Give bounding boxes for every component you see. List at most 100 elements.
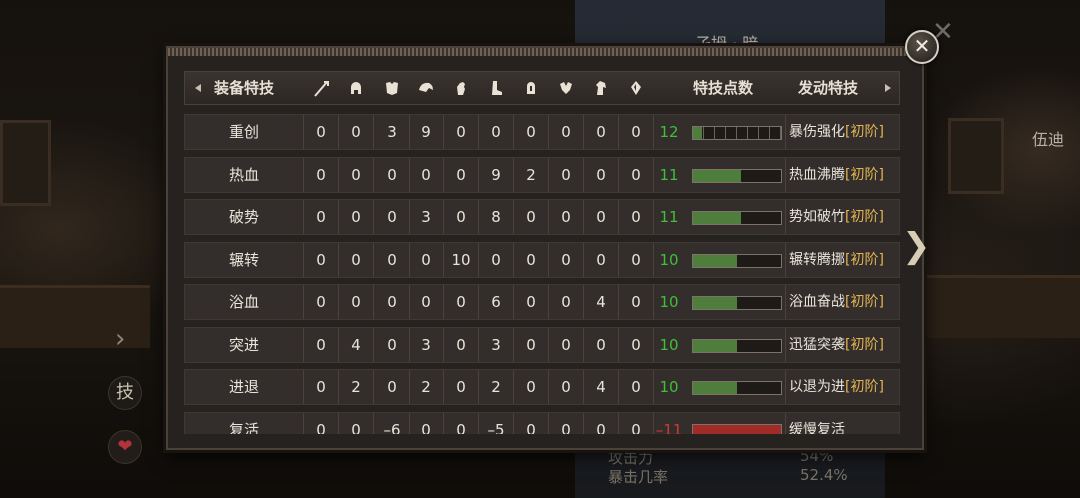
slot-value: 0 bbox=[631, 250, 641, 269]
skill-table-header: 装备特技 特技点数 发动特技 bbox=[184, 71, 900, 105]
skill-label: 技 bbox=[116, 382, 134, 403]
progress-fill bbox=[693, 339, 737, 352]
progress-fill bbox=[693, 297, 737, 309]
sort-right-icon[interactable] bbox=[885, 84, 891, 92]
skill-points: 12 bbox=[659, 123, 679, 141]
skill-progress-bar bbox=[692, 296, 782, 310]
active-skill-name: 浴血奋战 bbox=[789, 294, 845, 310]
skill-points: 10 bbox=[659, 378, 679, 396]
column-divider bbox=[785, 200, 786, 234]
skill-row[interactable]: 破势 0 0 0 3 0 8 0 0 0 0 11 势如破竹[初阶] bbox=[184, 199, 900, 235]
slot-value: 0 bbox=[596, 208, 606, 226]
skill-tier: [初阶] bbox=[845, 124, 884, 140]
slot-value: 3 bbox=[421, 208, 431, 226]
slot-value: 0 bbox=[561, 250, 571, 269]
active-skill: 缓慢复活 bbox=[789, 413, 903, 435]
progress-fill bbox=[693, 424, 781, 434]
slot-value: 0 bbox=[421, 165, 431, 184]
active-skill-name: 缓慢复活 bbox=[789, 421, 845, 435]
tavern-table bbox=[925, 275, 1080, 338]
slot-value: 0 bbox=[456, 165, 466, 184]
slot-value: 0 bbox=[631, 378, 641, 396]
skill-row[interactable]: 浴血 0 0 0 0 0 6 0 0 4 0 10 浴血奋战[初阶] bbox=[184, 284, 900, 320]
slot-value: 8 bbox=[491, 208, 501, 226]
column-divider bbox=[373, 115, 374, 149]
slot-value: 0 bbox=[561, 378, 571, 396]
skill-button[interactable]: 技 bbox=[108, 376, 142, 410]
slot-value: 0 bbox=[387, 165, 397, 184]
chevron-right-icon[interactable]: › bbox=[115, 325, 135, 353]
column-divider bbox=[785, 242, 786, 277]
slot-value: 0 bbox=[387, 335, 397, 354]
horse-icon bbox=[591, 78, 611, 98]
active-skill: 浴血奋战[初阶] bbox=[789, 285, 903, 319]
column-divider bbox=[373, 327, 374, 362]
slot-value: 0 bbox=[351, 165, 361, 184]
slot-value: 0 bbox=[631, 293, 641, 311]
slot-value: 0 bbox=[631, 420, 641, 435]
skill-progress-bar bbox=[692, 338, 782, 353]
column-divider bbox=[373, 285, 374, 319]
slot-value: 3 bbox=[421, 335, 431, 354]
slot-value: 0 bbox=[316, 123, 326, 141]
slot-value: 2 bbox=[491, 378, 501, 396]
slot-value: 4 bbox=[596, 378, 606, 396]
slot-value: 0 bbox=[596, 420, 606, 435]
progress-fill bbox=[693, 212, 742, 224]
skill-points: 11 bbox=[659, 165, 679, 184]
slot-value: 0 bbox=[421, 293, 431, 311]
slot-value: 0 bbox=[491, 250, 501, 269]
slot-value: 0 bbox=[387, 293, 397, 311]
column-divider bbox=[785, 412, 786, 434]
tavern-window bbox=[948, 118, 1004, 194]
slot-value: –6 bbox=[383, 420, 401, 435]
slot-value: 10 bbox=[451, 250, 471, 269]
skill-points: 10 bbox=[659, 250, 679, 269]
slot-value: 0 bbox=[596, 335, 606, 354]
skill-row[interactable]: 进退 0 2 0 2 0 2 0 0 4 0 10 以退为进[初阶] bbox=[184, 369, 900, 405]
skill-row[interactable]: 热血 0 0 0 0 0 9 2 0 0 0 11 热血沸腾[初阶] bbox=[184, 156, 903, 193]
skill-progress-bar bbox=[692, 253, 782, 268]
slot-value: 0 bbox=[596, 165, 606, 184]
column-divider bbox=[785, 115, 786, 149]
trinket-icon bbox=[626, 78, 646, 98]
progress-fill bbox=[693, 254, 737, 267]
slot-value: 0 bbox=[631, 208, 641, 226]
skill-name: 进退 bbox=[228, 378, 259, 396]
slot-value: 0 bbox=[561, 335, 571, 354]
active-skill-name: 迅猛突袭 bbox=[789, 336, 845, 353]
tavern-window bbox=[0, 120, 51, 206]
progress-fill bbox=[693, 382, 737, 394]
column-divider bbox=[373, 412, 374, 434]
active-skill: 热血沸腾[初阶] bbox=[789, 158, 903, 192]
companion-name[interactable]: 伍迪 bbox=[1032, 126, 1064, 150]
slot-value: 0 bbox=[561, 293, 571, 311]
column-divider bbox=[785, 157, 786, 192]
slot-value: 0 bbox=[456, 335, 466, 354]
slot-value: 0 bbox=[526, 293, 536, 311]
slot-value: 0 bbox=[526, 335, 536, 354]
close-button[interactable]: ✕ bbox=[905, 30, 939, 64]
skill-points: 11 bbox=[659, 208, 679, 226]
skill-points: 10 bbox=[659, 293, 679, 311]
column-divider bbox=[373, 200, 374, 234]
skill-row[interactable]: 辗转 0 0 0 0 10 0 0 0 0 0 10 辗转腾挪[初阶] bbox=[184, 241, 900, 278]
heart-icon[interactable]: ❤ bbox=[108, 430, 142, 464]
slot-value: 0 bbox=[387, 208, 397, 226]
slot-value: 2 bbox=[421, 378, 431, 396]
slot-value: 0 bbox=[387, 250, 397, 269]
skill-row[interactable]: 重创 0 0 3 9 0 0 0 0 0 0 12 暴伤强化[初阶] bbox=[184, 114, 900, 150]
ring-icon bbox=[521, 78, 541, 98]
slot-value: 0 bbox=[351, 208, 361, 226]
slot-value: 6 bbox=[491, 293, 501, 311]
skill-table-body[interactable]: 重创 0 0 3 9 0 0 0 0 0 0 12 暴伤强化[初阶] 热血 0 0 0 0 0 9 2 0 0 0 11 热血沸腾… bbox=[166, 110, 922, 434]
slot-value: 4 bbox=[596, 293, 606, 311]
skill-row[interactable]: 突进 0 4 0 3 0 3 0 0 0 0 10 迅猛突袭[初阶] bbox=[184, 326, 900, 363]
header-equip-skill: 装备特技 bbox=[213, 79, 274, 97]
header-skill-points: 特技点数 bbox=[692, 79, 753, 97]
column-divider bbox=[785, 285, 786, 319]
skill-name: 辗转 bbox=[228, 250, 259, 269]
skill-row[interactable]: 复活 0 0 –6 0 0 –5 0 0 0 0 –11 缓慢复活 bbox=[184, 411, 903, 435]
slot-value: 0 bbox=[561, 165, 571, 184]
slot-value: 0 bbox=[561, 420, 571, 435]
